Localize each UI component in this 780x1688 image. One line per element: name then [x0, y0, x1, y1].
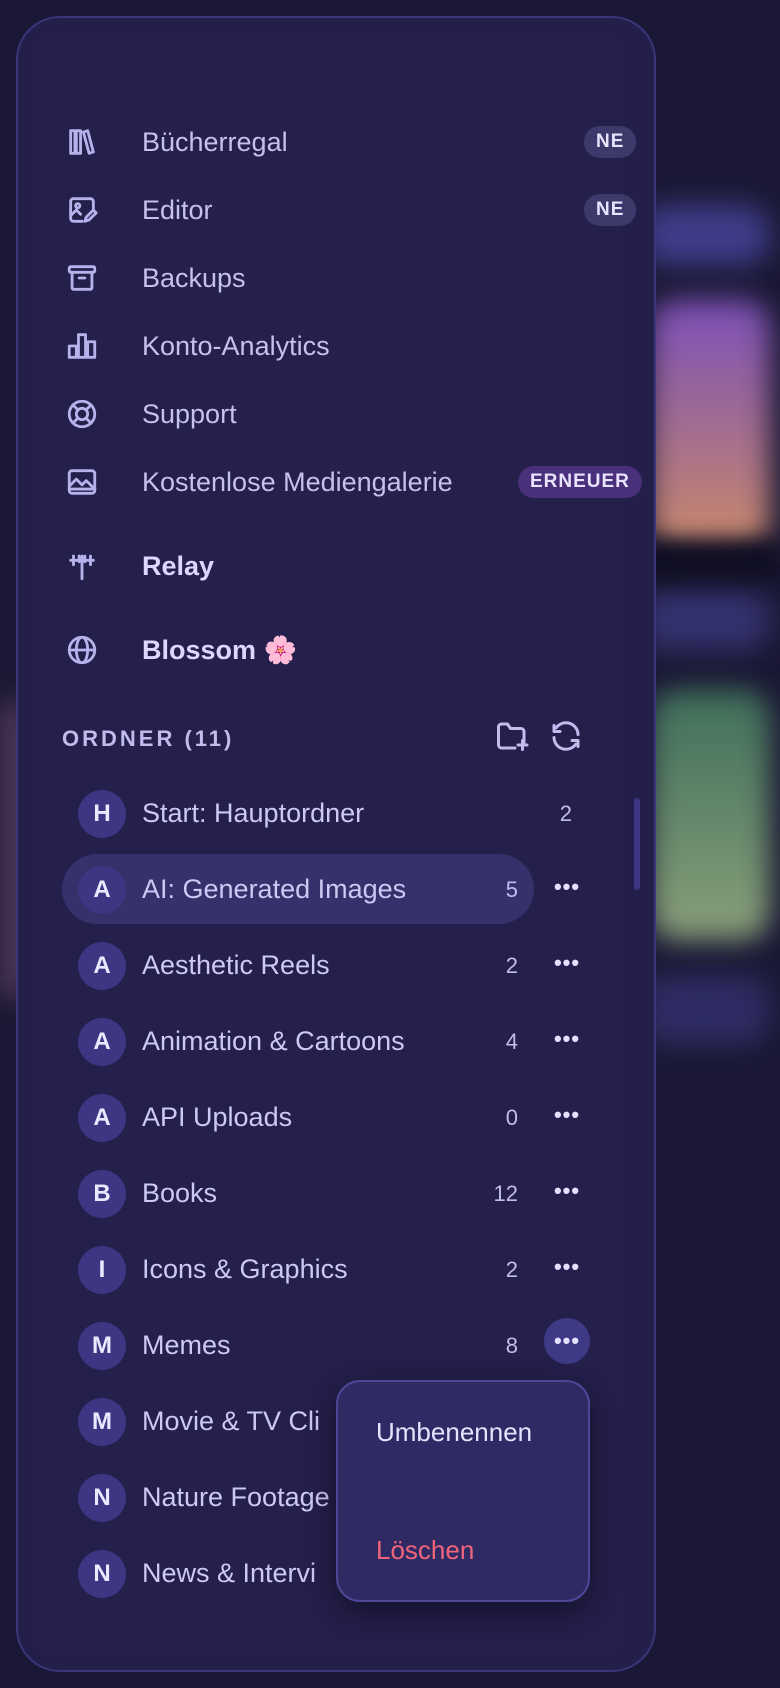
- nav-label: Backups: [142, 262, 246, 293]
- folder-avatar: H: [78, 790, 126, 838]
- folder-avatar: M: [78, 1398, 126, 1446]
- folder-name: Memes: [142, 1330, 231, 1360]
- bar-chart-icon: [64, 328, 100, 364]
- scrollbar[interactable]: [634, 798, 640, 890]
- nav-item-backups[interactable]: Backups: [64, 258, 246, 298]
- folder-avatar: A: [78, 1094, 126, 1142]
- folder-name: Animation & Cartoons: [142, 1026, 405, 1056]
- folder-name: API Uploads: [142, 1102, 293, 1132]
- refresh-icon: [548, 718, 584, 759]
- folder-count: 2: [505, 1257, 518, 1282]
- folder-count: 2: [505, 953, 518, 978]
- lifebuoy-icon: [64, 396, 100, 432]
- folder-count: 12: [493, 1181, 518, 1206]
- new-badge: NE: [584, 194, 637, 226]
- folder-item[interactable]: M Memes 8: [62, 1310, 534, 1380]
- image-edit-icon: [64, 192, 100, 228]
- archive-icon: [64, 260, 100, 296]
- folder-name: Icons & Graphics: [142, 1254, 348, 1284]
- nav-item-editor[interactable]: Editor: [64, 190, 213, 230]
- folder-add-icon: [494, 718, 530, 759]
- folder-item-active[interactable]: A AI: Generated Images 5: [62, 854, 534, 924]
- folder-avatar: I: [78, 1246, 126, 1294]
- folder-more-button[interactable]: •••: [544, 1092, 590, 1138]
- folder-name: AI: Generated Images: [142, 874, 407, 904]
- folder-item[interactable]: A Aesthetic Reels 2: [62, 930, 534, 1000]
- renew-badge: ERNEUER: [518, 466, 642, 498]
- folder-more-button[interactable]: •••: [544, 1016, 590, 1062]
- folder-name: Start: Hauptordner: [142, 798, 365, 828]
- folder-avatar: A: [78, 1018, 126, 1066]
- refresh-button[interactable]: [548, 718, 584, 759]
- nav-label: Blossom 🌸: [142, 635, 298, 665]
- nav-item-blossom[interactable]: Blossom 🌸: [64, 630, 297, 670]
- folder-item[interactable]: H Start: Hauptordner 2: [62, 778, 572, 848]
- folder-count: 4: [505, 1029, 518, 1054]
- folder-name: Movie & TV Cli: [142, 1406, 321, 1436]
- folder-context-menu: Umbenennen Löschen: [336, 1380, 590, 1602]
- nav-item-media-gallery[interactable]: Kostenlose Mediengalerie: [64, 462, 453, 502]
- rename-menu-item[interactable]: Umbenennen: [376, 1412, 566, 1452]
- folder-name: Nature Footage: [142, 1482, 330, 1512]
- folder-avatar: N: [78, 1550, 126, 1598]
- folder-more-button[interactable]: •••: [544, 1168, 590, 1214]
- bookshelf-icon: [64, 124, 100, 160]
- delete-menu-item[interactable]: Löschen: [376, 1530, 566, 1570]
- folder-count: 5: [505, 877, 518, 902]
- folder-avatar: A: [78, 866, 126, 914]
- nav-label: Bücherregal: [142, 126, 288, 157]
- antenna-icon: [64, 548, 100, 584]
- folder-more-button[interactable]: •••: [544, 864, 590, 910]
- folder-add-button[interactable]: [494, 718, 530, 759]
- folder-name: Aesthetic Reels: [142, 950, 330, 980]
- folder-name: News & Intervi: [142, 1558, 317, 1588]
- nav-label: Konto-Analytics: [142, 330, 330, 361]
- nav-item-relay[interactable]: Relay: [64, 546, 214, 586]
- nav-label: Editor: [142, 194, 213, 225]
- folder-avatar: N: [78, 1474, 126, 1522]
- nav-item-support[interactable]: Support: [64, 394, 237, 434]
- nav-label: Support: [142, 398, 237, 429]
- folder-avatar: A: [78, 942, 126, 990]
- globe-icon: [64, 632, 100, 668]
- nav-item-analytics[interactable]: Konto-Analytics: [64, 326, 330, 366]
- folders-section-title: ORDNER (11): [62, 726, 235, 751]
- new-badge: NE: [584, 126, 637, 158]
- folder-avatar: B: [78, 1170, 126, 1218]
- folder-count: 2: [559, 801, 572, 826]
- folder-more-button[interactable]: •••: [544, 1244, 590, 1290]
- folder-count: 0: [505, 1105, 518, 1130]
- folder-avatar: M: [78, 1322, 126, 1370]
- folder-count: 8: [505, 1333, 518, 1358]
- folder-item[interactable]: I Icons & Graphics 2: [62, 1234, 534, 1304]
- folder-item[interactable]: A Animation & Cartoons 4: [62, 1006, 534, 1076]
- nav-item-bookshelf[interactable]: Bücherregal: [64, 122, 288, 162]
- nav-label: Kostenlose Mediengalerie: [142, 466, 453, 497]
- folder-more-button[interactable]: •••: [544, 940, 590, 986]
- folder-item[interactable]: A API Uploads 0: [62, 1082, 534, 1152]
- folder-name: Books: [142, 1178, 218, 1208]
- folder-item[interactable]: B Books 12: [62, 1158, 534, 1228]
- nav-label: Relay: [142, 550, 215, 581]
- folder-more-button-open[interactable]: •••: [544, 1318, 590, 1364]
- gallery-icon: [64, 464, 100, 500]
